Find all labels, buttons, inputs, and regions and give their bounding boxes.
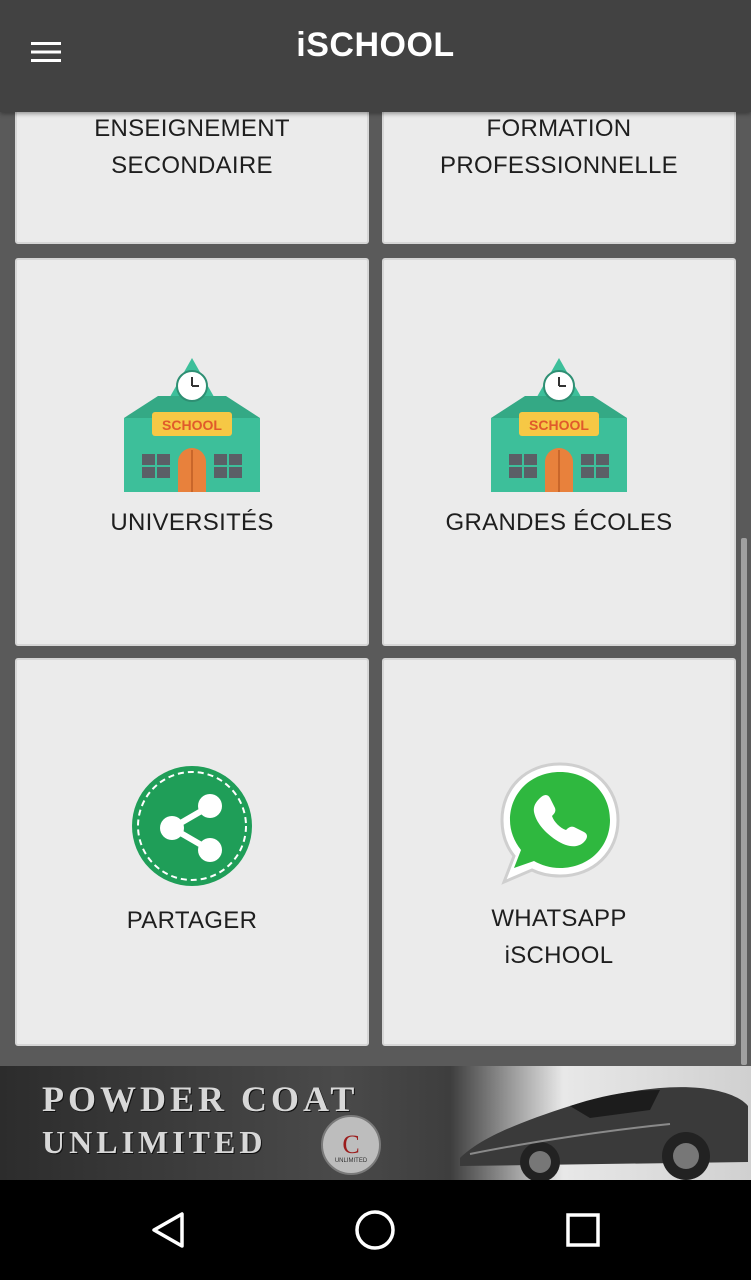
card-label: WHATSAPP iSCHOOL <box>491 905 627 969</box>
card-label: GRANDES ÉCOLES <box>445 509 673 536</box>
svg-text:C: C <box>342 1130 359 1159</box>
scrollbar[interactable] <box>741 538 747 1065</box>
card-grandes-ecoles[interactable]: SCHOOL GRANDES ÉCOLES <box>382 258 736 646</box>
app-title: iSCHOOL <box>296 26 455 64</box>
home-circle-icon <box>355 1210 395 1250</box>
card-label: PARTAGER <box>126 907 258 934</box>
ad-line-1: POWDER COAT <box>42 1079 359 1119</box>
card-partager[interactable]: PARTAGER <box>15 658 369 1046</box>
card-label: ENSEIGNEMENT SECONDAIRE <box>94 115 290 179</box>
ad-logo: C UNLIMITED <box>321 1115 381 1175</box>
home-button[interactable] <box>315 1180 435 1280</box>
card-whatsapp-ischool[interactable]: WHATSAPP iSCHOOL <box>382 658 736 1046</box>
card-formation-professionnelle[interactable]: FORMATION PROFESSIONNELLE <box>382 112 736 244</box>
ad-banner[interactable]: POWDER COAT UNLIMITED C UNLIMITED <box>0 1066 751 1180</box>
system-nav-bar <box>0 1180 751 1280</box>
sports-car-image <box>460 1087 748 1180</box>
svg-text:UNLIMITED: UNLIMITED <box>335 1158 368 1164</box>
school-sign-text: SCHOOL <box>529 417 589 433</box>
whatsapp-icon <box>500 762 620 885</box>
school-building-icon: SCHOOL <box>124 358 260 492</box>
back-triangle-icon <box>152 1212 184 1248</box>
ad-line-2: UNLIMITED <box>42 1124 267 1160</box>
card-universites[interactable]: SCHOOL UNIVERSITÉS <box>15 258 369 646</box>
card-label: FORMATION PROFESSIONNELLE <box>440 115 678 179</box>
top-app-bar: iSCHOOL <box>0 0 751 112</box>
recents-button[interactable] <box>523 1180 643 1280</box>
card-enseignement-secondaire[interactable]: ENSEIGNEMENT SECONDAIRE <box>15 112 369 244</box>
menu-grid: ENSEIGNEMENT SECONDAIRE FORMATION PROFES… <box>0 112 751 1065</box>
school-sign-text: SCHOOL <box>162 417 222 433</box>
school-building-icon: SCHOOL <box>491 358 627 492</box>
share-icon <box>132 766 252 886</box>
recents-square-icon <box>566 1213 600 1247</box>
app-screen: iSCHOOL ENSEIGNEMENT SECONDAIRE FORMATIO… <box>0 0 751 1280</box>
card-label: UNIVERSITÉS <box>110 509 274 536</box>
back-button[interactable] <box>108 1180 228 1280</box>
